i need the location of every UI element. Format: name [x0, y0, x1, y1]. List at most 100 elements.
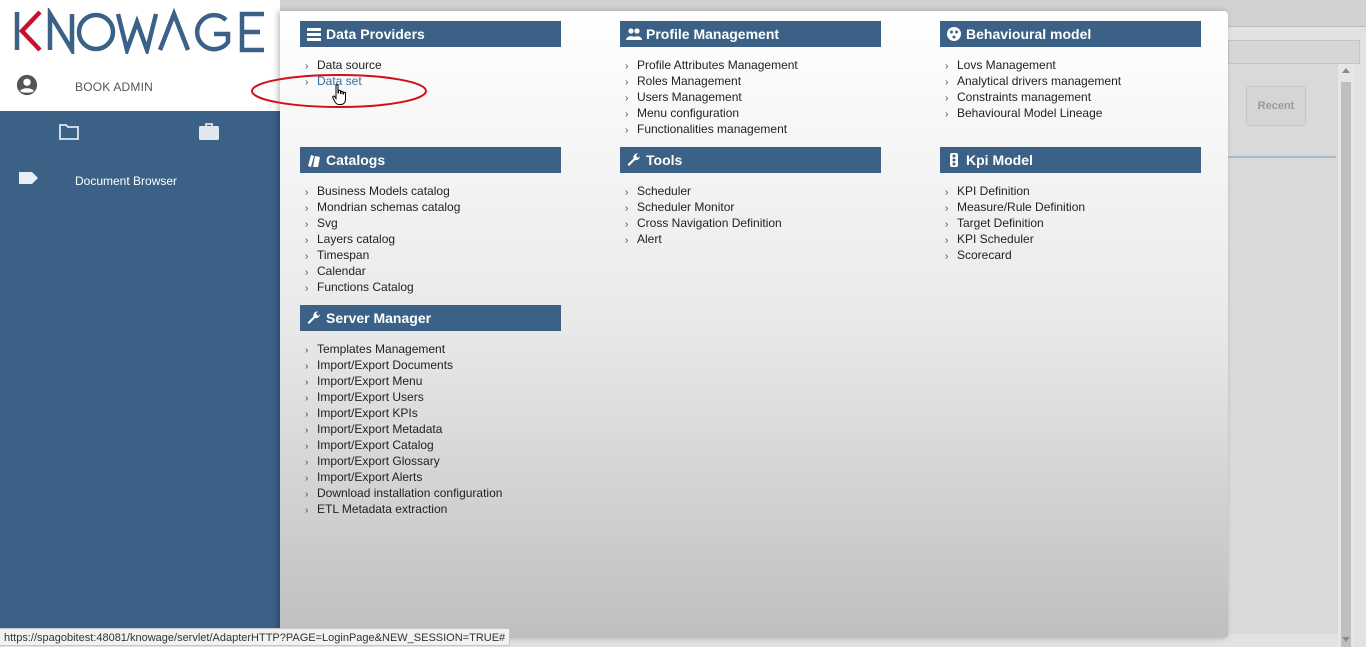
- menu-item[interactable]: › Timespan: [300, 247, 561, 263]
- menu-item[interactable]: › Scorecard: [940, 247, 1201, 263]
- menu-item[interactable]: › Import/Export Users: [300, 389, 561, 405]
- menu-item-label: Import/Export Users: [317, 390, 424, 404]
- account-circle-icon: [16, 74, 38, 96]
- section-data-providers: Data Providers › Data source › Data set: [300, 21, 561, 89]
- section-catalogs: Catalogs › Business Models catalog › Mondr…: [300, 147, 561, 295]
- section-header: Data Providers: [300, 21, 561, 47]
- menu-item-label: Users Management: [637, 90, 742, 104]
- menu-item[interactable]: › Import/Export Metadata: [300, 421, 561, 437]
- scrollbar[interactable]: [1338, 64, 1354, 647]
- chevron-right-icon: ›: [625, 235, 629, 246]
- nav-item-document-browser[interactable]: Document Browser: [0, 166, 280, 196]
- chevron-right-icon: ›: [305, 77, 309, 88]
- menu-item[interactable]: › Measure/Rule Definition: [940, 199, 1201, 215]
- menu-item-label: Functionalities management: [637, 122, 788, 136]
- menu-item[interactable]: › Layers catalog: [300, 231, 561, 247]
- menu-item-data-set[interactable]: › Data set: [300, 73, 561, 89]
- menu-item-label: Scheduler: [637, 184, 692, 198]
- knowage-logo: [14, 8, 264, 54]
- menu-list: › Business Models catalog › Mondrian schem…: [300, 183, 561, 295]
- traffic-light-icon: [950, 153, 958, 167]
- menu-item-label: Behavioural Model Lineage: [957, 106, 1103, 120]
- books-icon: [308, 155, 320, 167]
- menu-item[interactable]: › Constraints management: [940, 89, 1201, 105]
- menu-item-label: Templates Management: [317, 342, 446, 356]
- briefcase-icon[interactable]: [198, 122, 222, 146]
- menu-item[interactable]: › Menu configuration: [620, 105, 881, 121]
- menu-item-label: Analytical drivers management: [957, 74, 1122, 88]
- menu-item[interactable]: › Calendar: [300, 263, 561, 279]
- menu-item-label: Import/Export Glossary: [317, 454, 440, 468]
- menu-item[interactable]: › KPI Scheduler: [940, 231, 1201, 247]
- menu-item[interactable]: › Cross Navigation Definition: [620, 215, 881, 231]
- menu-item[interactable]: › Scheduler: [620, 183, 881, 199]
- chevron-right-icon: ›: [305, 283, 309, 294]
- menu-item[interactable]: › Analytical drivers management: [940, 73, 1201, 89]
- menu-item-label: Functions Catalog: [317, 280, 414, 294]
- menu-item[interactable]: › Functions Catalog: [300, 279, 561, 295]
- menu-item-label: Data set: [317, 74, 362, 88]
- menu-item[interactable]: › Import/Export KPIs: [300, 405, 561, 421]
- menu-list: › Lovs Management › Analytical drivers man…: [940, 57, 1201, 121]
- background-panel: [1228, 64, 1338, 634]
- menu-item-label: Business Models catalog: [317, 184, 450, 198]
- menu-item[interactable]: › Roles Management: [620, 73, 881, 89]
- menu-item[interactable]: › Import/Export Glossary: [300, 453, 561, 469]
- menu-list: › KPI Definition › Measure/Rule Definition…: [940, 183, 1201, 263]
- menu-item-label: Data source: [317, 58, 382, 72]
- menu-item-label: Mondrian schemas catalog: [317, 200, 461, 214]
- label-tag-icon: [19, 172, 38, 184]
- menu-item-label: ETL Metadata extraction: [317, 502, 448, 516]
- admin-menu-panel: Data Providers › Data source › Data set Pr…: [280, 11, 1228, 638]
- section-header: Server Manager: [300, 305, 561, 331]
- menu-item[interactable]: › Import/Export Documents: [300, 357, 561, 373]
- menu-item[interactable]: › Download installation configuration: [300, 485, 561, 501]
- wrench-icon: [627, 153, 641, 166]
- menu-item-label: Layers catalog: [317, 232, 396, 246]
- menu-item[interactable]: › Alert: [620, 231, 881, 247]
- menu-item[interactable]: › Templates Management: [300, 341, 561, 357]
- user-row[interactable]: BOOK ADMIN: [16, 72, 266, 102]
- section-title: Kpi Model: [966, 152, 1033, 168]
- menu-item[interactable]: › Import/Export Catalog: [300, 437, 561, 453]
- menu-item[interactable]: › Import/Export Menu: [300, 373, 561, 389]
- section-header: Catalogs: [300, 147, 561, 173]
- section-header: Kpi Model: [940, 147, 1201, 173]
- recent-button[interactable]: Recent: [1246, 86, 1306, 126]
- menu-item[interactable]: › Mondrian schemas catalog: [300, 199, 561, 215]
- menu-item-data-source[interactable]: › Data source: [300, 57, 561, 73]
- menu-item-label: Scorecard: [957, 248, 1012, 262]
- menu-item-label: Profile Attributes Management: [637, 58, 798, 72]
- menu-item[interactable]: › Svg: [300, 215, 561, 231]
- menu-item[interactable]: › Users Management: [620, 89, 881, 105]
- menu-item-label: KPI Scheduler: [957, 232, 1034, 246]
- menu-item[interactable]: › Import/Export Alerts: [300, 469, 561, 485]
- menu-item[interactable]: › Functionalities management: [620, 121, 881, 137]
- menu-item[interactable]: › KPI Definition: [940, 183, 1201, 199]
- menu-item-label: Scheduler Monitor: [637, 200, 735, 214]
- nav-item-label: Document Browser: [75, 174, 178, 188]
- menu-item-label: Menu configuration: [637, 106, 740, 120]
- menu-item-label: Calendar: [317, 264, 366, 278]
- list-icon: [307, 28, 321, 41]
- menu-item[interactable]: › Profile Attributes Management: [620, 57, 881, 73]
- menu-item[interactable]: › Target Definition: [940, 215, 1201, 231]
- menu-item[interactable]: › Business Models catalog: [300, 183, 561, 199]
- folder-icon[interactable]: [58, 122, 82, 146]
- menu-item[interactable]: › Lovs Management: [940, 57, 1201, 73]
- menu-item[interactable]: › Scheduler Monitor: [620, 199, 881, 215]
- section-title: Catalogs: [326, 152, 386, 168]
- menu-item[interactable]: › ETL Metadata extraction: [300, 501, 561, 517]
- scrollbar-thumb[interactable]: [1341, 82, 1351, 647]
- scroll-down-arrow-icon[interactable]: [1342, 637, 1350, 642]
- menu-item-label: Download installation configuration: [317, 486, 503, 500]
- menu-item-label: Import/Export Catalog: [317, 438, 434, 452]
- section-header: Profile Management: [620, 21, 881, 47]
- chevron-right-icon: ›: [625, 125, 629, 136]
- menu-item-label: Alert: [637, 232, 662, 246]
- menu-item-label: Cross Navigation Definition: [637, 216, 782, 230]
- chevron-right-icon: ›: [945, 251, 949, 262]
- menu-item[interactable]: › Behavioural Model Lineage: [940, 105, 1201, 121]
- menu-item-label: Measure/Rule Definition: [957, 200, 1086, 214]
- scroll-up-arrow-icon[interactable]: [1342, 68, 1350, 73]
